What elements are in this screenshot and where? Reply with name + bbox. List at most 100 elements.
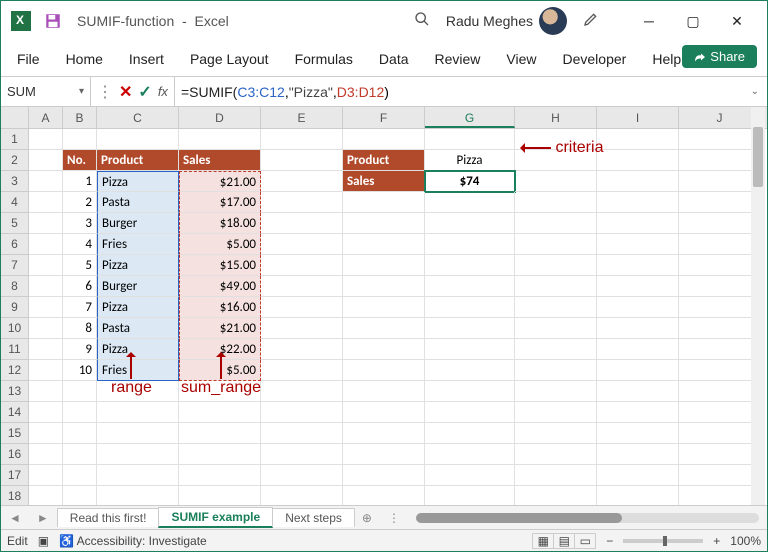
cell-G11[interactable]: [425, 339, 515, 360]
zoom-level[interactable]: 100%: [730, 534, 761, 548]
cell-B14[interactable]: [63, 402, 97, 423]
tab-data[interactable]: Data: [377, 47, 411, 71]
cell-D3[interactable]: $21.00: [179, 171, 261, 192]
cell-E5[interactable]: [261, 213, 343, 234]
cell-B8[interactable]: 6: [63, 276, 97, 297]
zoom-in-icon[interactable]: +: [713, 534, 720, 548]
cell-A5[interactable]: [29, 213, 63, 234]
cell-H5[interactable]: [515, 213, 597, 234]
cell-I6[interactable]: [597, 234, 679, 255]
cell-A11[interactable]: [29, 339, 63, 360]
col-J[interactable]: J: [679, 107, 761, 128]
cell-E1[interactable]: [261, 129, 343, 150]
user-account[interactable]: Radu Meghes: [446, 7, 567, 35]
cell-D9[interactable]: $16.00: [179, 297, 261, 318]
cell-G17[interactable]: [425, 465, 515, 486]
minimize-button[interactable]: ─: [627, 1, 671, 41]
cell-G9[interactable]: [425, 297, 515, 318]
cell-F4[interactable]: [343, 192, 425, 213]
cell-E15[interactable]: [261, 423, 343, 444]
cell-H14[interactable]: [515, 402, 597, 423]
row-header[interactable]: 12: [1, 360, 29, 381]
cell-J3[interactable]: [679, 171, 761, 192]
cell-D14[interactable]: [179, 402, 261, 423]
cell-E13[interactable]: [261, 381, 343, 402]
row-header[interactable]: 2: [1, 150, 29, 171]
sheet-nav-prev-icon[interactable]: ◄: [1, 511, 29, 525]
cell-H18[interactable]: [515, 486, 597, 505]
cell-D4[interactable]: $17.00: [179, 192, 261, 213]
cell-B3[interactable]: 1: [63, 171, 97, 192]
cell-D17[interactable]: [179, 465, 261, 486]
cell-A18[interactable]: [29, 486, 63, 505]
cell-F9[interactable]: [343, 297, 425, 318]
cell-B17[interactable]: [63, 465, 97, 486]
sheet-tab-sumif-example[interactable]: SUMIF example: [158, 507, 273, 528]
cell-B2[interactable]: No.: [63, 150, 97, 171]
cell-E4[interactable]: [261, 192, 343, 213]
cell-H15[interactable]: [515, 423, 597, 444]
cell-C14[interactable]: [97, 402, 179, 423]
page-break-view-icon[interactable]: ▭: [574, 533, 596, 549]
cell-I1[interactable]: [597, 129, 679, 150]
cell-A6[interactable]: [29, 234, 63, 255]
row-header[interactable]: 16: [1, 444, 29, 465]
cell-J13[interactable]: [679, 381, 761, 402]
cell-G2[interactable]: Pizza: [425, 150, 515, 171]
sheet-nav-next-icon[interactable]: ►: [29, 511, 57, 525]
cell-B12[interactable]: 10: [63, 360, 97, 381]
cell-C6[interactable]: Fries: [97, 234, 179, 255]
cell-H3[interactable]: [515, 171, 597, 192]
cell-B9[interactable]: 7: [63, 297, 97, 318]
tab-insert[interactable]: Insert: [127, 47, 166, 71]
cell-E12[interactable]: [261, 360, 343, 381]
cell-A17[interactable]: [29, 465, 63, 486]
maximize-button[interactable]: ▢: [671, 1, 715, 41]
tab-home[interactable]: Home: [64, 47, 105, 71]
cell-B7[interactable]: 5: [63, 255, 97, 276]
cell-A14[interactable]: [29, 402, 63, 423]
col-D[interactable]: D: [179, 107, 261, 128]
cell-F2[interactable]: Product: [343, 150, 425, 171]
row-header[interactable]: 18: [1, 486, 29, 505]
page-layout-view-icon[interactable]: ▤: [553, 533, 575, 549]
cell-B5[interactable]: 3: [63, 213, 97, 234]
cell-I17[interactable]: [597, 465, 679, 486]
cell-I4[interactable]: [597, 192, 679, 213]
col-A[interactable]: A: [29, 107, 63, 128]
cell-F16[interactable]: [343, 444, 425, 465]
formula-input[interactable]: =SUMIF(C3:C12, "Pizza", D3:D12) ⌄: [175, 77, 767, 106]
cell-C7[interactable]: Pizza: [97, 255, 179, 276]
cell-F14[interactable]: [343, 402, 425, 423]
cell-G12[interactable]: [425, 360, 515, 381]
cell-F12[interactable]: [343, 360, 425, 381]
cell-F1[interactable]: [343, 129, 425, 150]
zoom-slider[interactable]: [623, 539, 703, 543]
cell-C1[interactable]: [97, 129, 179, 150]
cell-J2[interactable]: [679, 150, 761, 171]
cell-H16[interactable]: [515, 444, 597, 465]
cell-E11[interactable]: [261, 339, 343, 360]
cell-F5[interactable]: [343, 213, 425, 234]
cell-F8[interactable]: [343, 276, 425, 297]
cell-D5[interactable]: $18.00: [179, 213, 261, 234]
cell-I3[interactable]: [597, 171, 679, 192]
cell-E14[interactable]: [261, 402, 343, 423]
row-header[interactable]: 7: [1, 255, 29, 276]
tab-page-layout[interactable]: Page Layout: [188, 47, 271, 71]
cell-I13[interactable]: [597, 381, 679, 402]
tab-review[interactable]: Review: [433, 47, 483, 71]
cell-G1[interactable]: [425, 129, 515, 150]
col-I[interactable]: I: [597, 107, 679, 128]
row-header[interactable]: 3: [1, 171, 29, 192]
cell-G15[interactable]: [425, 423, 515, 444]
cell-I5[interactable]: [597, 213, 679, 234]
cell-C8[interactable]: Burger: [97, 276, 179, 297]
chevron-down-icon[interactable]: ▾: [79, 86, 84, 97]
col-B[interactable]: B: [63, 107, 97, 128]
cell-D18[interactable]: [179, 486, 261, 505]
tab-formulas[interactable]: Formulas: [293, 47, 355, 71]
cell-H11[interactable]: [515, 339, 597, 360]
cell-E7[interactable]: [261, 255, 343, 276]
cell-H7[interactable]: [515, 255, 597, 276]
